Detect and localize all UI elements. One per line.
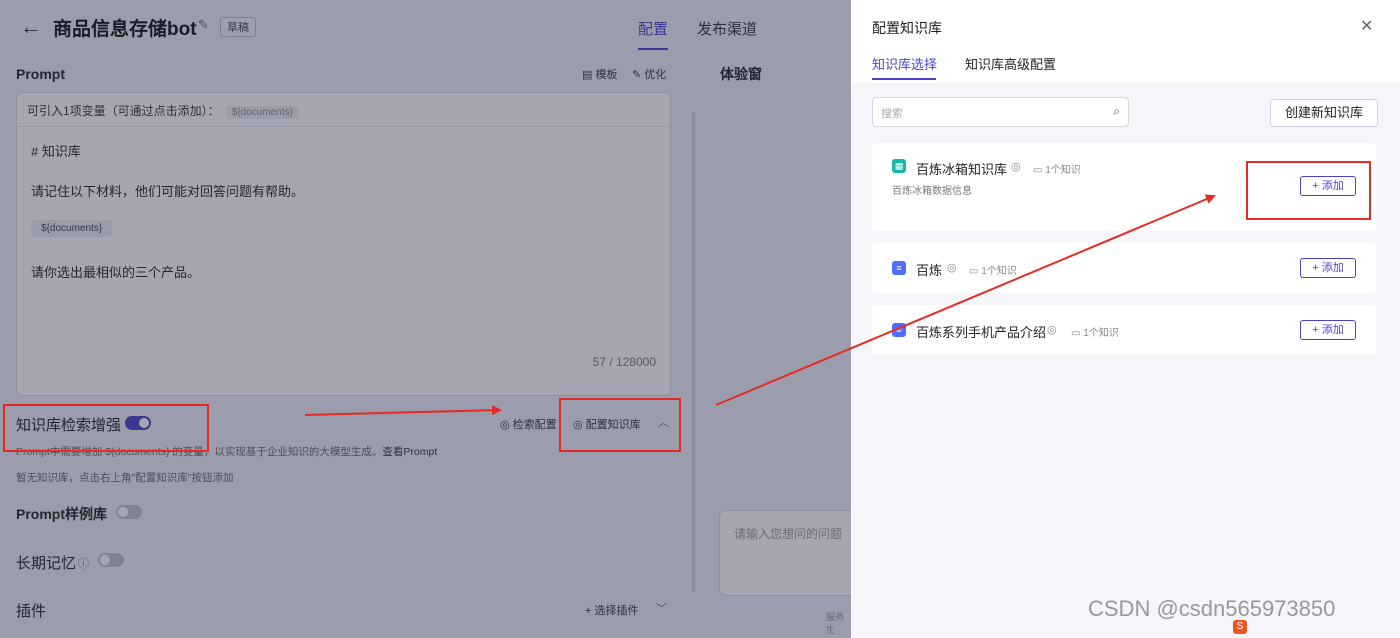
edit-icon[interactable]: ✎ <box>198 17 209 33</box>
add-label: 添加 <box>1321 262 1344 274</box>
annotation-box-config <box>559 398 681 452</box>
tab-kb-advanced[interactable]: 知识库高级配置 <box>965 54 1056 73</box>
settings-icon[interactable]: ◎ <box>1011 160 1021 173</box>
search-config-label: 检索配置 <box>512 419 557 431</box>
variable-bar: 可引入1项变量（可通过点击添加）： ${documents} <box>17 93 670 127</box>
chat-input[interactable]: 请输入您想问的问题 <box>719 510 869 596</box>
long-memory-label: 长期记忆 <box>16 555 77 572</box>
add-kb-button[interactable]: + 添加 <box>1300 258 1356 278</box>
kb-count-text: 1个知识 <box>1083 328 1119 339</box>
sogou-logo-icon: S <box>1233 620 1247 634</box>
prompt-line-1: # 知识库 <box>31 144 81 159</box>
drawer-tab-indicator <box>872 78 936 80</box>
template-icon: ▤ <box>582 69 593 81</box>
variable-hint: 可引入1项变量（可通过点击添加）： <box>27 104 220 118</box>
top-bar: ← 商品信息存储bot ✎ 草稿 配置 发布渠道 <box>0 0 851 56</box>
service-text: 服务生 <box>826 612 845 635</box>
select-plugin-label: 选择插件 <box>594 605 639 617</box>
empty-kb-hint: 暂无知识库，点击右上角"配置知识库"按钮添加 <box>16 472 234 484</box>
bot-config-page: ← 商品信息存储bot ✎ 草稿 配置 发布渠道 Prompt ▤ 模板 ✎ 优… <box>0 0 869 638</box>
optimize-label: 优化 <box>644 69 667 81</box>
plugins-label: 插件 <box>16 603 47 620</box>
select-plugin-button[interactable]: + 选择插件 <box>585 602 639 618</box>
draft-badge: 草稿 <box>220 17 256 37</box>
prompt-editor[interactable]: 可引入1项变量（可通过点击添加）： ${documents} # 知识库 请记住以… <box>16 92 671 396</box>
template-button[interactable]: ▤ 模板 <box>582 66 617 82</box>
add-label: 添加 <box>1321 324 1344 336</box>
view-prompt-link[interactable]: 查看Prompt <box>382 446 437 458</box>
prompt-label: Prompt <box>16 66 65 82</box>
prompt-line-4: 请你选出最相似的三个产品。 <box>31 265 201 280</box>
bot-title: 商品信息存储bot <box>53 19 197 40</box>
settings-icon[interactable]: ◎ <box>1047 323 1057 336</box>
prompt-line-2: 请记住以下材料，他们可能对回答问题有帮助。 <box>31 184 305 199</box>
kb-count-text: 1个知识 <box>1045 165 1081 176</box>
active-tab-indicator <box>638 48 668 50</box>
search-placeholder: 搜索 <box>881 108 903 120</box>
search-config-icon: ◎ <box>500 419 510 431</box>
search-config-button[interactable]: ◎ 检索配置 <box>500 416 557 432</box>
kb-table-icon: ▦ <box>892 159 906 173</box>
watermark: CSDN @csdn565973850 <box>1088 596 1336 621</box>
tab-publish-channel[interactable]: 发布渠道 <box>697 18 757 39</box>
kb-name: 百炼 <box>916 263 943 278</box>
kb-count: ▭ 1个知识 <box>969 266 1017 277</box>
kb-card: ≡ 百炼系列手机产品介绍 ◎ ▭ 1个知识 + 添加 <box>872 305 1376 355</box>
settings-icon[interactable]: ◎ <box>947 261 957 274</box>
expand-chevron-icon[interactable]: ﹀ <box>656 600 667 616</box>
kb-search-input[interactable]: 搜索 ⌕ <box>872 97 1129 127</box>
kb-count: ▭ 1个知识 <box>1033 165 1081 176</box>
annotation-box-toggle <box>3 404 209 452</box>
prompt-library-toggle[interactable] <box>116 505 142 519</box>
back-arrow-icon[interactable]: ← <box>20 14 42 40</box>
search-icon[interactable]: ⌕ <box>1113 104 1120 119</box>
annotation-box-add <box>1246 161 1371 220</box>
kb-name: 百炼冰箱知识库 <box>916 162 1008 177</box>
char-counter: 57 / 128000 <box>592 355 656 369</box>
drawer-title: 配置知识库 <box>872 20 942 36</box>
help-icon[interactable]: ⓘ <box>78 555 89 571</box>
plus-icon: + <box>585 605 592 617</box>
optimize-button[interactable]: ✎ 优化 <box>632 66 666 82</box>
kb-doc-icon: ≡ <box>892 261 906 275</box>
prompt-variable-chip: ${documents} <box>31 220 113 237</box>
add-kb-button[interactable]: + 添加 <box>1300 320 1356 340</box>
create-kb-button[interactable]: 创建新知识库 <box>1270 99 1378 127</box>
kb-count-text: 1个知识 <box>981 266 1017 277</box>
config-kb-drawer: 配置知识库 ✕ 知识库选择 知识库高级配置 搜索 ⌕ 创建新知识库 ▦ 百炼冰箱… <box>851 0 1400 638</box>
scrollbar[interactable] <box>692 112 695 592</box>
variable-chip[interactable]: ${documents} <box>225 106 299 119</box>
experience-title: 体验窗 <box>720 66 762 82</box>
long-memory-toggle[interactable] <box>98 553 124 567</box>
template-label: 模板 <box>595 69 618 81</box>
prompt-library-label: Prompt样例库 <box>16 506 107 522</box>
kb-card: ≡ 百炼 ◎ ▭ 1个知识 + 添加 <box>872 243 1376 293</box>
tab-config[interactable]: 配置 <box>638 18 668 39</box>
kb-count: ▭ 1个知识 <box>1071 328 1119 339</box>
optimize-icon: ✎ <box>632 69 642 81</box>
close-icon[interactable]: ✕ <box>1360 16 1373 36</box>
kb-doc-icon: ≡ <box>892 323 906 337</box>
tab-kb-select[interactable]: 知识库选择 <box>872 54 937 73</box>
kb-name: 百炼系列手机产品介绍 <box>916 325 1047 340</box>
kb-desc: 百炼冰箱数据信息 <box>892 186 972 197</box>
